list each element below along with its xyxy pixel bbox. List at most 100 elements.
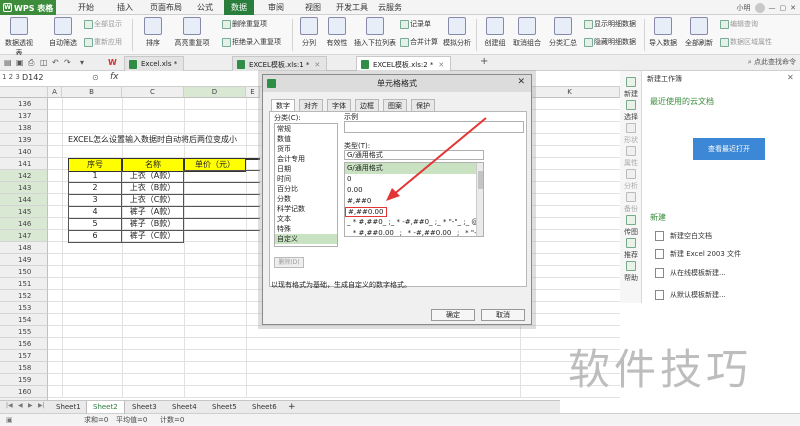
what-if-button[interactable]: 模拟分析 bbox=[440, 17, 474, 48]
doc-tab-excel[interactable]: Excel.xls * bbox=[124, 56, 185, 71]
dialog-tab-3[interactable]: 字体 bbox=[327, 99, 351, 111]
type-item[interactable]: _ * #,##0_ ;_ * -#,##0_ ;_ * "-"_ ;_ @_ bbox=[345, 217, 483, 228]
close-icon[interactable]: ✕ bbox=[517, 77, 525, 87]
undo-icon[interactable]: ↶ bbox=[52, 58, 59, 67]
show-detail-button[interactable]: 显示明细数据 bbox=[584, 19, 636, 29]
save-icon[interactable]: ▣ bbox=[16, 58, 24, 67]
first-sheet-icon[interactable]: |◀ bbox=[6, 402, 13, 409]
category-item[interactable]: 货币 bbox=[275, 144, 337, 154]
column-header-d[interactable]: D bbox=[184, 87, 246, 98]
folder-icon[interactable]: ▤ bbox=[4, 58, 12, 67]
new-item-4[interactable]: 从默认模板新建... bbox=[655, 290, 726, 300]
app-menu-button[interactable]: W WPS 表格 ▾ bbox=[0, 0, 56, 15]
user-area[interactable]: 小明 — ▢ ✕ bbox=[737, 2, 796, 13]
print-icon[interactable]: ⎙ bbox=[28, 58, 34, 68]
pivot-table-button[interactable]: 数据透视表 bbox=[2, 17, 36, 58]
menu-tab-7[interactable]: 视图 bbox=[298, 0, 328, 15]
dialog-tab-6[interactable]: 保护 bbox=[411, 99, 435, 111]
close-icon[interactable]: ✕ bbox=[787, 73, 794, 82]
type-item[interactable]: _ * #,##0.00_ ;_ * -#,##0.00_ ;_ * "-"??… bbox=[345, 228, 483, 236]
side-item-2[interactable]: 选择 bbox=[620, 100, 642, 122]
row-header[interactable]: 144 bbox=[0, 194, 48, 206]
type-item[interactable]: 0.00 bbox=[345, 185, 483, 196]
menu-tab-6[interactable]: 审阅 bbox=[258, 0, 294, 15]
side-item-4[interactable]: 属性 bbox=[620, 146, 642, 168]
row-header[interactable]: 140 bbox=[0, 146, 48, 158]
menu-tab-9[interactable]: 云服务 bbox=[372, 0, 408, 15]
side-item-9[interactable]: 帮助 bbox=[620, 261, 642, 283]
close-icon[interactable]: ✕ bbox=[790, 4, 796, 12]
row-header[interactable]: 145 bbox=[0, 206, 48, 218]
row-header[interactable]: 153 bbox=[0, 302, 48, 314]
ungroup-button[interactable]: 取消组合 bbox=[510, 17, 544, 48]
side-item-7[interactable]: 传图 bbox=[620, 215, 642, 237]
row-header[interactable]: 151 bbox=[0, 278, 48, 290]
sheet-tab-5[interactable]: Sheet5 bbox=[206, 401, 243, 413]
row-header[interactable]: 138 bbox=[0, 122, 48, 134]
reject-duplicates-button[interactable]: 拒绝录入重复项 bbox=[222, 37, 281, 47]
category-item[interactable]: 常规 bbox=[275, 124, 337, 134]
function-icon[interactable]: fx bbox=[110, 72, 119, 82]
row-header[interactable]: 150 bbox=[0, 266, 48, 278]
edit-query-button[interactable]: 编辑查询 bbox=[720, 19, 758, 29]
search-command[interactable]: ⌕ 点此查找命令 bbox=[748, 57, 796, 67]
cancel-button[interactable]: 取消 bbox=[481, 309, 525, 321]
type-list[interactable]: G/通用格式 0 0.00 #,##0 #,##0.00 _ * #,##0_ ;_ * … bbox=[344, 162, 484, 237]
type-item[interactable]: 0 bbox=[345, 174, 483, 185]
view-recent-button[interactable]: 查看最近打开 bbox=[693, 138, 765, 160]
row-header[interactable]: 148 bbox=[0, 242, 48, 254]
sheet-tab-3[interactable]: Sheet3 bbox=[126, 401, 163, 413]
new-item-1[interactable]: 新建空白文档 bbox=[655, 231, 712, 241]
column-header-c[interactable]: C bbox=[122, 87, 184, 98]
record-form-button[interactable]: 记录单 bbox=[400, 19, 431, 29]
type-item[interactable]: G/通用格式 bbox=[345, 163, 483, 174]
row-header[interactable]: 139 bbox=[0, 134, 48, 146]
column-header-a[interactable]: A bbox=[48, 87, 62, 98]
dialog-title-bar[interactable]: 单元格格式 bbox=[263, 75, 531, 92]
sheet-tab-2[interactable]: Sheet2 bbox=[86, 401, 125, 413]
type-input[interactable]: G/通用格式 bbox=[344, 150, 484, 160]
side-item-6[interactable]: 备份 bbox=[620, 192, 642, 214]
row-header[interactable]: 136 bbox=[0, 98, 48, 110]
ok-button[interactable]: 确定 bbox=[431, 309, 475, 321]
validation-button[interactable]: 有效性 bbox=[320, 17, 354, 48]
sheet-tab-1[interactable]: Sheet1 bbox=[50, 401, 87, 413]
zoom-icon[interactable]: ⊙ bbox=[92, 73, 99, 82]
sheet-tab-6[interactable]: Sheet6 bbox=[246, 401, 283, 413]
row-header[interactable]: 156 bbox=[0, 338, 48, 350]
type-item[interactable]: #,##0 bbox=[345, 196, 483, 207]
sheet-tab-4[interactable]: Sheet4 bbox=[166, 401, 203, 413]
category-item[interactable]: 日期 bbox=[275, 164, 337, 174]
category-item[interactable]: 时间 bbox=[275, 174, 337, 184]
menu-tab-4[interactable]: 公式 bbox=[190, 0, 220, 15]
category-item[interactable]: 分数 bbox=[275, 194, 337, 204]
minimize-icon[interactable]: — bbox=[769, 4, 776, 12]
wps-home-icon[interactable]: W bbox=[108, 58, 117, 67]
close-icon[interactable]: ✕ bbox=[314, 61, 320, 69]
category-item[interactable]: 百分比 bbox=[275, 184, 337, 194]
menu-tab-5[interactable]: 数据 bbox=[224, 0, 254, 15]
doc-tab-template-2[interactable]: EXCEL模板.xls:2 * ✕ bbox=[356, 56, 452, 71]
redo-icon[interactable]: ↷ bbox=[64, 58, 71, 67]
doc-tab-template-1[interactable]: EXCEL模板.xls:1 * ✕ bbox=[232, 56, 328, 71]
prev-sheet-icon[interactable]: ◀ bbox=[18, 402, 23, 409]
dialog-tab-2[interactable]: 对齐 bbox=[299, 99, 323, 111]
menu-tab-8[interactable]: 开发工具 bbox=[332, 0, 372, 15]
sort-button[interactable]: 排序 bbox=[136, 17, 170, 48]
close-icon[interactable]: ✕ bbox=[438, 61, 444, 69]
row-header[interactable]: 154 bbox=[0, 314, 48, 326]
preview-icon[interactable]: ◫ bbox=[40, 58, 48, 67]
category-item[interactable]: 科学记数 bbox=[275, 204, 337, 214]
row-header[interactable]: 155 bbox=[0, 326, 48, 338]
subtotal-button[interactable]: 分类汇总 bbox=[546, 17, 580, 48]
dialog-tab-4[interactable]: 边框 bbox=[355, 99, 379, 111]
auto-filter-button[interactable]: 自动筛选 bbox=[46, 17, 80, 48]
row-header[interactable]: 147 bbox=[0, 230, 48, 242]
row-header[interactable]: 160 bbox=[0, 386, 48, 398]
side-item-8[interactable]: 推荐 bbox=[620, 238, 642, 260]
new-item-3[interactable]: 从在线模板新建... bbox=[655, 268, 726, 278]
restore-icon[interactable]: ▢ bbox=[780, 4, 787, 12]
import-data-button[interactable]: 导入数据 bbox=[646, 17, 680, 48]
category-item[interactable]: 数值 bbox=[275, 134, 337, 144]
category-item[interactable]: 文本 bbox=[275, 214, 337, 224]
